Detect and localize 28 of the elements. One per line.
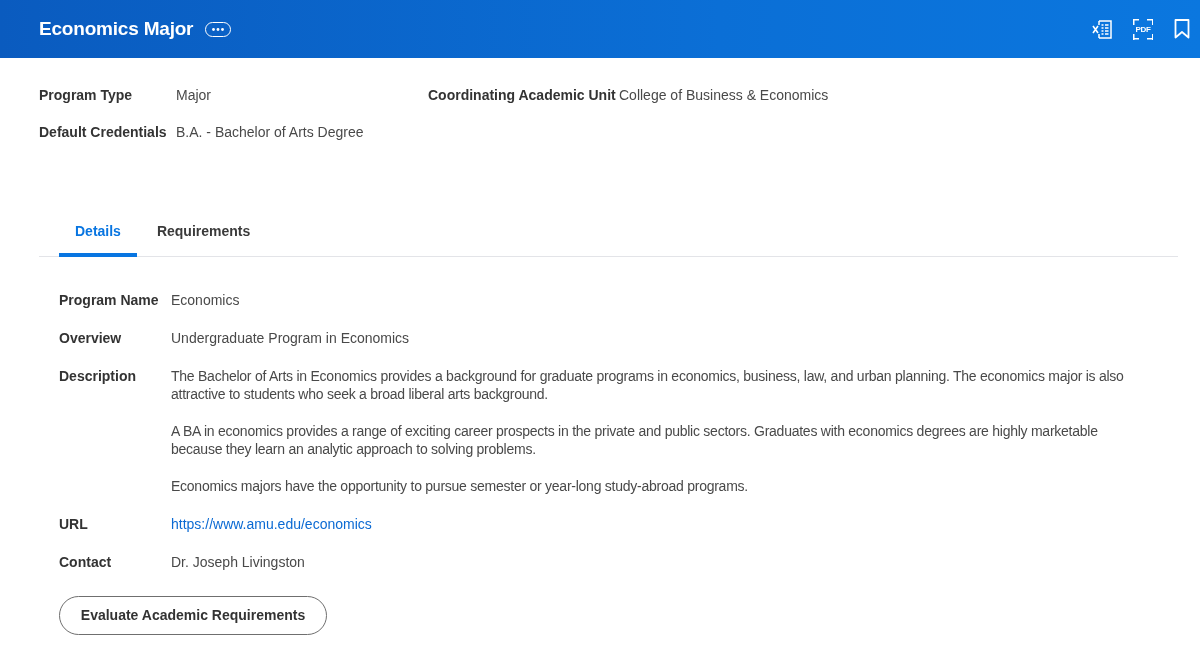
field-value: College of Business & Economics [619,86,829,104]
description-paragraph: Economics majors have the opportunity to pursue semester or year-long study-abroad programs. [171,476,749,495]
field-label: Coordinating Academic Unit [428,86,616,104]
bookmark-icon [1174,19,1190,39]
page-title: Economics Major [39,18,194,40]
field-label: Overview [59,328,122,347]
url-link[interactable]: https://www.amu.edu/economics [171,514,372,533]
field-label: Contact [59,552,112,571]
export-spreadsheet-button[interactable] [1092,18,1112,40]
field-value: Undergraduate Program in Economics [171,328,410,347]
bookmark-button[interactable] [1174,19,1190,39]
field-value: Economics [171,290,240,309]
export-pdf-button[interactable]: PDF [1133,18,1153,40]
evaluate-requirements-button[interactable]: Evaluate Academic Requirements [59,595,327,635]
field-value: B.A. - Bachelor of Arts Degree [176,123,364,141]
field-label: Default Credentials [39,123,167,141]
field-value: Major [176,86,211,104]
field-label: Description [59,366,136,386]
field-label: URL [59,514,88,533]
description-paragraph: The Bachelor of Arts in Economics provides a background for graduate programs in economics, business, law, and urban planning. The economics major is also attractive to students who seek a broad liberal arts background. [171,366,1125,403]
field-value: Dr. Joseph Livingston [171,552,305,571]
description-paragraph: A BA in economics provides a range of exciting career prospects in the private and public sectors. Graduates with economics degrees are highly marketable because they learn an analytic approach to solving problems. [171,421,1099,458]
spreadsheet-icon [1092,18,1112,40]
tab[interactable]: Requirements [140,214,267,257]
field-label: Program Name [59,290,159,309]
ellipsis-icon [212,27,225,31]
field-label: Program Type [39,86,133,104]
tab[interactable]: Details [59,214,137,257]
